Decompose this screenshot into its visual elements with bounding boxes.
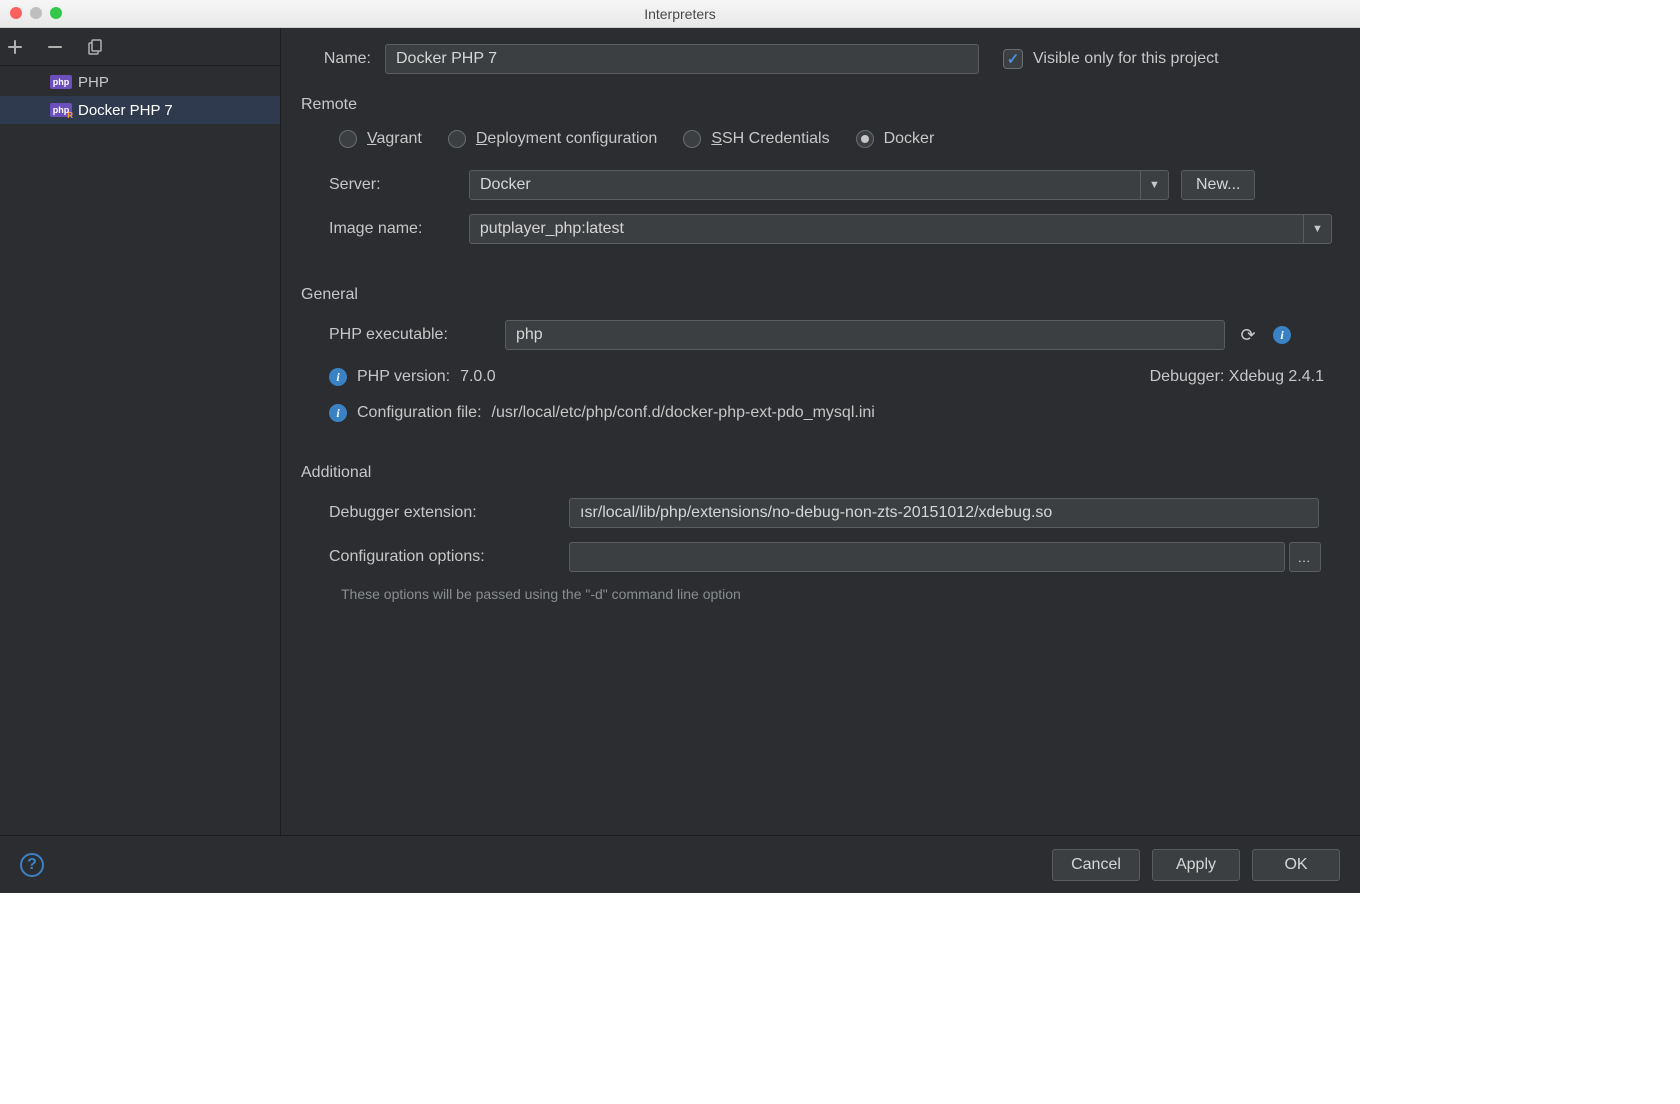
debugger-extension-label: Debugger extension: [329,504,569,522]
debugger-extension-input[interactable] [569,498,1319,528]
interpreter-item-php[interactable]: php PHP [0,68,280,96]
remote-radio-vagrant[interactable]: VVagrantagrant [339,130,422,148]
visible-only-checkbox[interactable]: ✓ [1003,49,1023,69]
interpreter-sidebar: php PHP phpR Docker PHP 7 [0,28,281,893]
name-label: Name: [301,50,371,68]
ok-button[interactable]: OK [1252,849,1340,881]
configuration-options-browse-button[interactable]: … [1289,542,1321,572]
info-icon: i [1273,326,1291,344]
minimize-window-button[interactable] [30,7,42,19]
remove-interpreter-button[interactable] [44,36,66,58]
titlebar: Interpreters [0,0,1360,28]
php-version-label: PHP version: [357,368,450,386]
configuration-options-input[interactable] [569,542,1285,572]
php-remote-icon: phpR [50,103,72,117]
server-select-value: Docker [480,176,531,194]
add-interpreter-button[interactable] [4,36,26,58]
dialog-footer: ? Cancel Apply OK [0,835,1360,893]
maximize-window-button[interactable] [50,7,62,19]
server-select[interactable]: Docker ▼ [469,170,1169,200]
radio-icon [683,130,701,148]
copy-interpreter-button[interactable] [84,36,106,58]
image-name-select[interactable]: putplayer_php:latest ▼ [469,214,1332,244]
sidebar-toolbar [0,28,280,66]
remote-header: Remote [301,96,1332,114]
image-name-value: putplayer_php:latest [480,220,624,238]
dialog-window: Interpreters php [0,0,1360,893]
server-label: Server: [329,176,469,194]
configuration-options-hint: These options will be passed using the "… [301,586,1332,602]
help-button[interactable]: ? [20,853,44,877]
image-name-label: Image name: [329,220,469,238]
interpreter-item-docker-php7[interactable]: phpR Docker PHP 7 [0,96,280,124]
apply-button[interactable]: Apply [1152,849,1240,881]
debugger-info: Debugger: Xdebug 2.4.1 [1150,368,1324,386]
visible-only-checkbox-group: ✓ Visible only for this project [1003,49,1219,69]
info-icon: i [329,368,347,386]
interpreter-form: Name: ✓ Visible only for this project Re… [281,28,1360,893]
new-server-button[interactable]: New... [1181,170,1255,200]
name-input[interactable] [385,44,979,74]
php-version-value: 7.0.0 [460,368,496,386]
additional-header: Additional [301,464,1332,482]
radio-icon [856,130,874,148]
traffic-lights [10,7,62,19]
general-header: General [301,286,1332,304]
refresh-icon: ⟳ [1240,325,1255,346]
php-info-button[interactable]: i [1271,324,1293,346]
dialog-content: php PHP phpR Docker PHP 7 Name: ✓ [0,28,1360,893]
interpreter-item-label: PHP [78,74,109,91]
window-title: Interpreters [0,6,1360,22]
remote-radio-docker[interactable]: Docker [856,130,935,148]
remote-type-radio-group: VVagrantagrant Deployment configuration … [301,130,1332,148]
info-icon: i [329,404,347,422]
configuration-options-label: Configuration options: [329,548,569,566]
radio-icon [339,130,357,148]
php-executable-label: PHP executable: [329,326,505,344]
interpreter-list: php PHP phpR Docker PHP 7 [0,66,280,893]
chevron-down-icon: ▼ [1303,215,1331,243]
remote-radio-deployment[interactable]: Deployment configuration [448,130,657,148]
radio-icon [448,130,466,148]
config-file-value: /usr/local/etc/php/conf.d/docker-php-ext… [492,404,875,422]
php-icon: php [50,75,72,89]
interpreter-item-label: Docker PHP 7 [78,102,173,119]
reload-php-button[interactable]: ⟳ [1237,324,1259,346]
chevron-down-icon: ▼ [1140,171,1168,199]
visible-only-label: Visible only for this project [1033,50,1219,68]
php-executable-input[interactable] [505,320,1225,350]
remote-radio-ssh[interactable]: SSH Credentials [683,130,829,148]
config-file-label: Configuration file: [357,404,482,422]
cancel-button[interactable]: Cancel [1052,849,1140,881]
radio-label: Docker [884,130,935,148]
close-window-button[interactable] [10,7,22,19]
